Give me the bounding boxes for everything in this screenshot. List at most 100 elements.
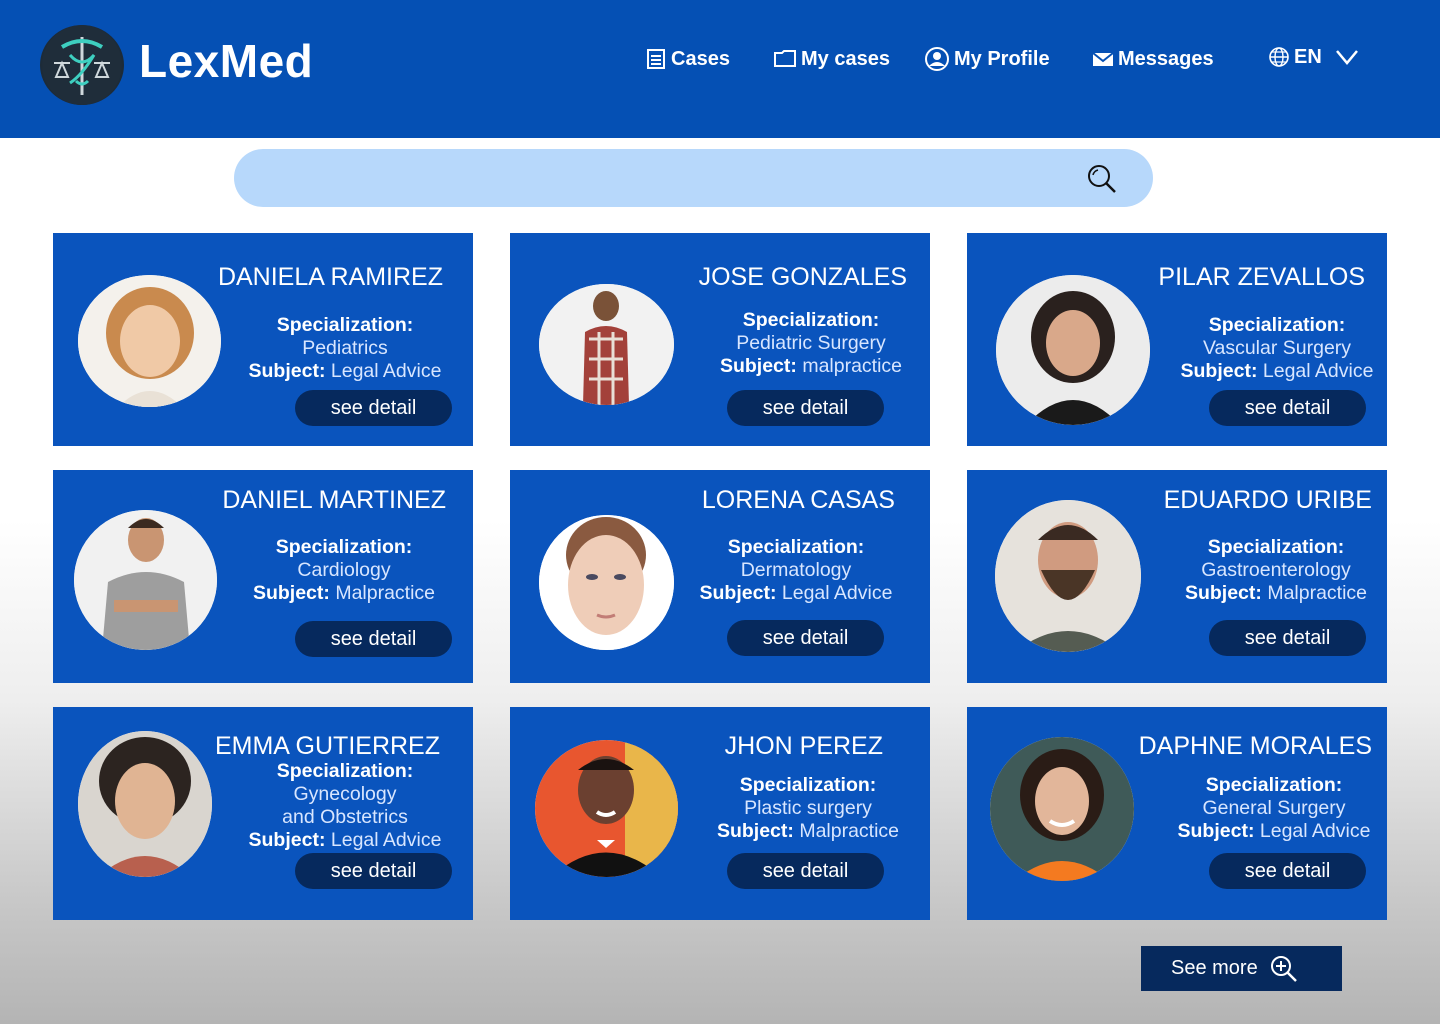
doctor-card: DANIELA RAMIREZ Specialization: Pediatri… xyxy=(53,233,473,446)
specialization-label: Specialization: xyxy=(275,536,413,558)
nav-messages[interactable]: Messages xyxy=(1092,44,1214,74)
doctor-name: JHON PEREZ xyxy=(724,732,883,760)
see-detail-button[interactable]: see detail xyxy=(727,390,884,426)
specialization-label: Specialization: xyxy=(276,314,414,336)
see-detail-button[interactable]: see detail xyxy=(295,853,452,889)
folder-icon xyxy=(774,50,796,67)
subject-label: Subject: xyxy=(1180,360,1258,382)
subject-label: Subject: xyxy=(248,360,326,382)
nav-my-cases[interactable]: My cases xyxy=(773,44,890,74)
doctor-card: PILAR ZEVALLOS Specialization: Vascular … xyxy=(967,233,1387,446)
specialization-value: Pediatric Surgery xyxy=(736,332,886,354)
doctor-info: Specialization: Cardiology Subject: Malp… xyxy=(229,536,459,605)
document-list-icon xyxy=(647,49,665,69)
doctor-name: JOSE GONZALES xyxy=(698,263,907,291)
doctor-info: Specialization: Gynecology and Obstetric… xyxy=(230,760,460,852)
subject-value: Legal Advice xyxy=(330,360,442,382)
specialization-value: Vascular Surgery xyxy=(1202,337,1352,359)
nav-cases[interactable]: Cases xyxy=(645,44,730,74)
doctor-photo xyxy=(78,731,212,877)
see-detail-button[interactable]: see detail xyxy=(1209,620,1366,656)
doctor-info: Specialization: Pediatrics Subject: Lega… xyxy=(230,314,460,383)
subject-value: Malpractice xyxy=(1267,582,1368,604)
subject-label: Subject: xyxy=(252,582,330,604)
specialization-label: Specialization: xyxy=(742,309,880,331)
specialization-label: Specialization: xyxy=(276,760,414,782)
specialization-label: Specialization: xyxy=(727,536,865,558)
doctor-name: DANIEL MARTINEZ xyxy=(222,486,446,514)
doctor-card: DAPHNE MORALES Specialization: General S… xyxy=(967,707,1387,920)
see-more-label: See more xyxy=(1171,957,1258,979)
envelope-icon xyxy=(1092,52,1114,66)
subject-label: Subject: xyxy=(248,829,326,851)
specialization-label: Specialization: xyxy=(1208,314,1346,336)
doctor-photo xyxy=(995,500,1141,652)
doctor-photo xyxy=(996,275,1150,425)
brand-title: LexMed xyxy=(139,35,314,87)
globe-icon xyxy=(1269,47,1289,67)
doctor-photo xyxy=(539,284,674,405)
see-detail-button[interactable]: see detail xyxy=(295,390,452,426)
doctor-name: DAPHNE MORALES xyxy=(1138,732,1372,760)
specialization-value: Dermatology xyxy=(740,559,852,581)
language-selector[interactable]: EN xyxy=(1268,42,1364,72)
specialization-value: Cardiology xyxy=(297,559,391,581)
subject-value: Legal Advice xyxy=(1259,820,1371,842)
subject-label: Subject: xyxy=(719,355,797,377)
lexmed-logo[interactable] xyxy=(40,25,124,105)
chevron-down-icon xyxy=(1335,50,1358,65)
doctor-card: JHON PEREZ Specialization: Plastic surge… xyxy=(510,707,930,920)
doctor-photo xyxy=(990,737,1134,881)
doctor-photo xyxy=(535,740,678,877)
see-detail-button[interactable]: see detail xyxy=(295,621,452,657)
language-label: EN xyxy=(1294,45,1322,68)
specialization-value: Plastic surgery xyxy=(744,797,872,819)
doctor-info: Specialization: Dermatology Subject: Leg… xyxy=(681,536,911,605)
subject-value: Malpractice xyxy=(799,820,900,842)
doctor-name: EDUARDO URIBE xyxy=(1163,486,1372,514)
doctor-card: JOSE GONZALES Specialization: Pediatric … xyxy=(510,233,930,446)
nav-my-profile[interactable]: My Profile xyxy=(924,44,1050,74)
see-detail-button[interactable]: see detail xyxy=(727,853,884,889)
zoom-in-icon xyxy=(1270,955,1297,982)
specialization-label: Specialization: xyxy=(739,774,877,796)
subject-label: Subject: xyxy=(1184,582,1262,604)
specialization-value: General Surgery xyxy=(1202,797,1346,819)
doctor-card: DANIEL MARTINEZ Specialization: Cardiolo… xyxy=(53,470,473,683)
nav-my-profile-label: My Profile xyxy=(954,47,1050,70)
search-icon[interactable] xyxy=(1086,163,1118,195)
specialization-label: Specialization: xyxy=(1207,536,1345,558)
doctor-info: Specialization: Vascular Surgery Subject… xyxy=(1162,314,1392,383)
top-navigation-bar: LexMed Cases My cases My Profile Message… xyxy=(0,0,1440,138)
nav-messages-label: Messages xyxy=(1118,47,1214,70)
see-detail-button[interactable]: see detail xyxy=(1209,390,1366,426)
doctor-name: EMMA GUTIERREZ xyxy=(214,732,440,760)
search-input[interactable] xyxy=(234,149,1153,207)
see-detail-button[interactable]: see detail xyxy=(1209,853,1366,889)
doctor-photo xyxy=(539,515,674,650)
doctor-name: DANIELA RAMIREZ xyxy=(217,263,443,291)
doctor-info: Specialization: Pediatric Surgery Subjec… xyxy=(696,309,926,378)
doctor-info: Specialization: Plastic surgery Subject:… xyxy=(693,774,923,843)
subject-label: Subject: xyxy=(699,582,777,604)
doctor-photo xyxy=(78,275,221,407)
subject-value: Legal Advice xyxy=(1262,360,1374,382)
user-circle-icon xyxy=(925,47,949,71)
doctor-info: Specialization: Gastroenterology Subject… xyxy=(1161,536,1391,605)
see-more-button[interactable]: See more xyxy=(1141,946,1342,991)
subject-label: Subject: xyxy=(716,820,794,842)
subject-value: Legal Advice xyxy=(330,829,442,851)
specialization-label: Specialization: xyxy=(1205,774,1343,796)
nav-cases-label: Cases xyxy=(671,47,730,70)
nav-my-cases-label: My cases xyxy=(801,47,890,70)
doctor-name: PILAR ZEVALLOS xyxy=(1158,263,1365,291)
doctor-card: EDUARDO URIBE Specialization: Gastroente… xyxy=(967,470,1387,683)
see-detail-button[interactable]: see detail xyxy=(727,620,884,656)
subject-label: Subject: xyxy=(1177,820,1255,842)
doctor-card: LORENA CASAS Specialization: Dermatology… xyxy=(510,470,930,683)
specialization-value: Gynecology and Obstetrics xyxy=(282,783,408,828)
subject-value: Malpractice xyxy=(335,582,436,604)
doctor-card: EMMA GUTIERREZ Specialization: Gynecolog… xyxy=(53,707,473,920)
doctor-photo xyxy=(74,510,217,650)
doctor-name: LORENA CASAS xyxy=(701,486,895,514)
